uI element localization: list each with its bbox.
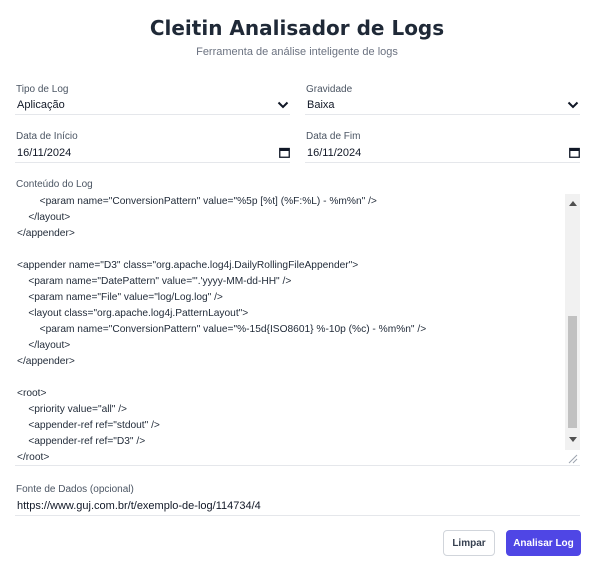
log-line: </appender> (17, 356, 75, 367)
severity-label: Gravidade (306, 84, 353, 95)
log-line: <appender-ref ref="D3" /> (17, 436, 146, 447)
log-line: <appender name="D3" class="org.apache.lo… (17, 260, 359, 271)
scroll-down-arrow-icon[interactable] (565, 432, 580, 446)
log-line: <param name="ConversionPattern" value="%… (17, 196, 377, 207)
end-date-value: 16/11/2024 (307, 146, 362, 159)
clear-button[interactable]: Limpar (443, 530, 495, 556)
log-line: <param name="ConversionPattern" value="%… (17, 324, 427, 335)
severity-select[interactable]: Baixa (305, 95, 580, 115)
start-date-value: 16/11/2024 (17, 146, 72, 159)
log-line: </layout> (17, 212, 71, 223)
scrollbar-thumb[interactable] (568, 316, 577, 428)
scroll-up-arrow-icon[interactable] (565, 196, 580, 210)
log-type-select[interactable]: Aplicação (15, 95, 290, 115)
analyze-log-button[interactable]: Analisar Log (506, 530, 581, 556)
end-date-label: Data de Fim (306, 131, 361, 142)
severity-value: Baixa (307, 98, 335, 111)
source-value: https://www.guj.com.br/t/exemplo-de-log/… (17, 499, 261, 512)
log-line: <param name="File" value="log/Log.log" /… (17, 292, 223, 303)
log-content-text: <param name="ConversionPattern" value="%… (17, 194, 562, 465)
resize-handle-icon[interactable] (566, 451, 578, 464)
page-subtitle: Ferramenta de análise inteligente de log… (196, 46, 398, 58)
log-line: </layout> (17, 340, 71, 351)
start-date-input[interactable]: 16/11/2024 (15, 143, 290, 163)
source-label: Fonte de Dados (opcional) (16, 484, 134, 495)
log-line: <layout class="org.apache.log4j.PatternL… (17, 308, 249, 319)
chevron-down-icon (276, 98, 290, 112)
log-line: <priority value="all" /> (17, 404, 128, 415)
log-line: <root> (17, 388, 47, 399)
log-content-textarea[interactable]: <param name="ConversionPattern" value="%… (15, 194, 580, 466)
log-line: <param name="DatePattern" value="'.'yyyy… (17, 276, 292, 287)
source-input[interactable]: https://www.guj.com.br/t/exemplo-de-log/… (15, 496, 580, 516)
start-date-label: Data de Início (16, 131, 78, 142)
end-date-input[interactable]: 16/11/2024 (305, 143, 580, 163)
log-line: </root> (17, 452, 50, 463)
log-line: <appender-ref ref="stdout" /> (17, 420, 160, 431)
textarea-scrollbar[interactable] (565, 194, 580, 450)
calendar-icon[interactable] (278, 147, 290, 159)
log-line: </appender> (17, 228, 75, 239)
calendar-icon[interactable] (568, 147, 580, 159)
chevron-down-icon (566, 98, 580, 112)
log-type-value: Aplicação (17, 98, 65, 111)
log-type-label: Tipo de Log (16, 84, 69, 95)
log-content-label: Conteúdo do Log (16, 179, 93, 190)
page-title: Cleitin Analisador de Logs (149, 16, 445, 40)
